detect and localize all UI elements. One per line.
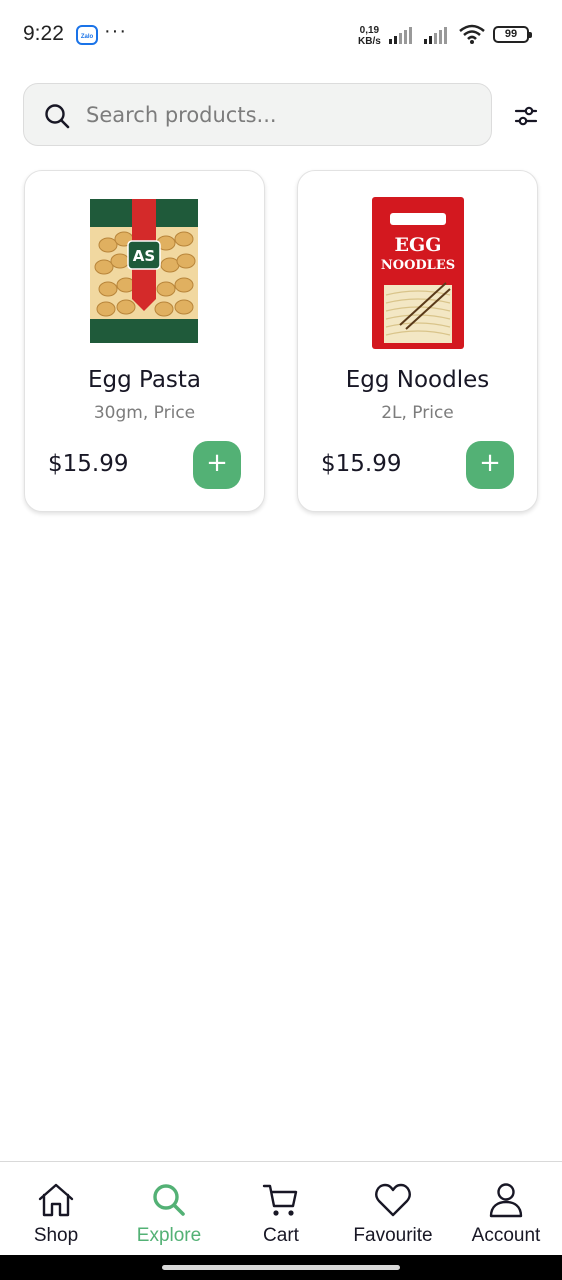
zalo-app-icon: Zalo bbox=[76, 25, 98, 45]
product-price: $15.99 bbox=[321, 451, 402, 477]
egg-noodles-image: EGG NOODLES bbox=[371, 197, 464, 349]
product-subtitle: 2L, Price bbox=[381, 403, 454, 423]
nav-label-cart: Cart bbox=[263, 1225, 299, 1246]
signal-icon bbox=[389, 27, 412, 44]
svg-text:Zalo: Zalo bbox=[81, 34, 94, 40]
add-to-cart-button[interactable]: + bbox=[193, 441, 241, 489]
add-to-cart-button[interactable]: + bbox=[466, 441, 514, 489]
nav-label-favourite: Favourite bbox=[353, 1225, 433, 1246]
home-indicator[interactable] bbox=[162, 1265, 400, 1270]
network-speed-unit: KB/s bbox=[358, 36, 381, 47]
cart-icon bbox=[262, 1184, 298, 1216]
signal-icon bbox=[424, 27, 447, 44]
status-bar: 9:22 Zalo ··· 0,19 KB/s 99 bbox=[0, 0, 562, 70]
egg-noodles-label-bottom: NOODLES bbox=[380, 258, 454, 273]
egg-pasta-image: AS bbox=[89, 199, 198, 343]
network-speed: 0,19 KB/s bbox=[358, 25, 381, 47]
battery-icon: 99 bbox=[493, 26, 532, 43]
nav-item-explore[interactable]: Explore bbox=[113, 1162, 225, 1256]
egg-pasta-brand-label: AS bbox=[132, 247, 154, 265]
status-time: 9:22 bbox=[23, 22, 64, 45]
heart-icon bbox=[375, 1183, 411, 1217]
status-more-dots: ··· bbox=[104, 20, 127, 42]
search-input[interactable] bbox=[86, 84, 476, 145]
filter-button[interactable] bbox=[506, 96, 546, 136]
nav-item-favourite[interactable]: Favourite bbox=[337, 1162, 449, 1256]
home-icon bbox=[38, 1183, 74, 1217]
egg-noodles-label-top: EGG bbox=[394, 234, 441, 256]
product-subtitle: 30gm, Price bbox=[93, 403, 196, 423]
nav-label-explore: Explore bbox=[136, 1225, 202, 1246]
nav-label-shop: Shop bbox=[33, 1225, 79, 1246]
wifi-icon bbox=[459, 24, 485, 44]
search-icon bbox=[45, 104, 70, 129]
search-box[interactable] bbox=[23, 83, 492, 146]
system-navigation-bar bbox=[0, 1255, 562, 1280]
product-name: Egg Noodles bbox=[345, 367, 490, 393]
search-icon bbox=[153, 1184, 185, 1216]
nav-item-account[interactable]: Account bbox=[450, 1162, 562, 1256]
nav-label-account: Account bbox=[471, 1225, 541, 1246]
user-icon bbox=[489, 1183, 523, 1218]
network-speed-value: 0,19 bbox=[359, 25, 380, 36]
nav-item-shop[interactable]: Shop bbox=[0, 1162, 112, 1256]
filter-sliders-icon bbox=[514, 106, 538, 126]
bottom-nav: Shop Explore Cart Favourite Account bbox=[0, 1161, 562, 1255]
product-card[interactable]: EGG NOODLES Egg Noodles 2L, Price $15.99… bbox=[297, 170, 538, 512]
product-name: Egg Pasta bbox=[87, 367, 202, 393]
product-card[interactable]: AS Egg Pasta 30gm, Price $15.99 + bbox=[24, 170, 265, 512]
nav-item-cart[interactable]: Cart bbox=[225, 1162, 337, 1256]
product-price: $15.99 bbox=[48, 451, 129, 477]
